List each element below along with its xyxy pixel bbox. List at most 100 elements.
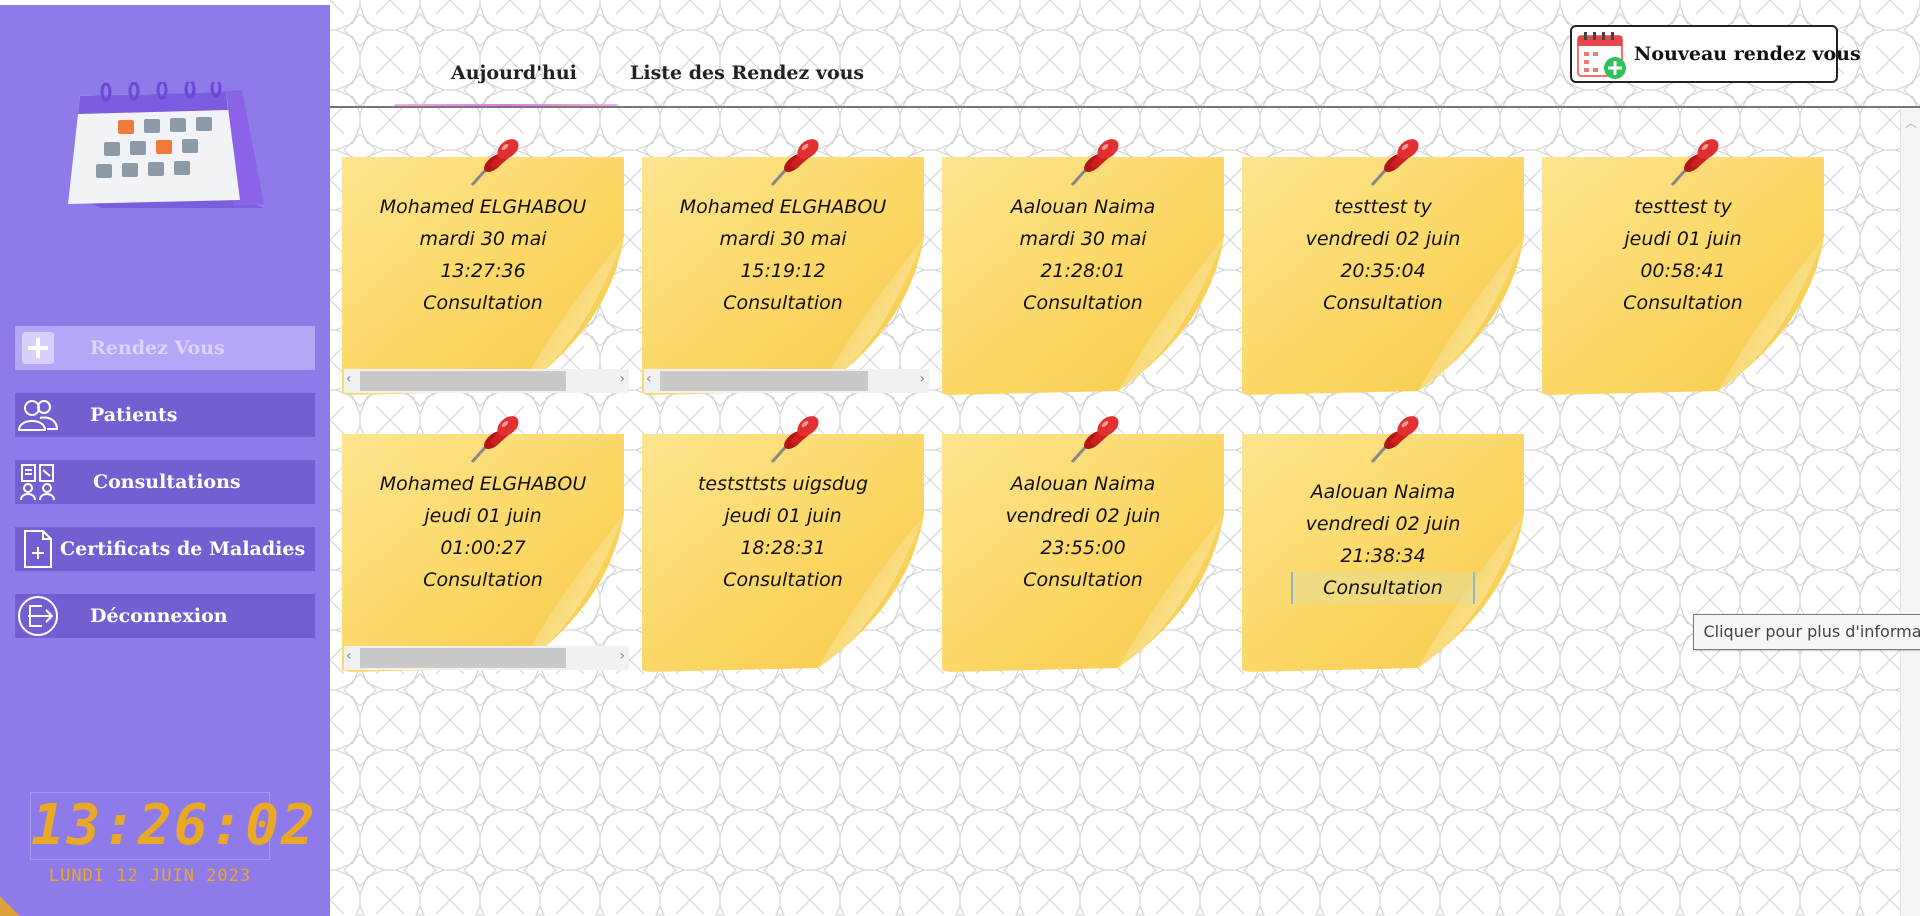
patient-name: Aalouan Naima bbox=[1010, 196, 1156, 218]
appointment-card[interactable]: testtest ty vendredi 02 juin 20:35:04 Co… bbox=[1240, 135, 1530, 397]
scrollbar-thumb[interactable] bbox=[360, 648, 566, 668]
appointment-date: jeudi 01 juin bbox=[1624, 228, 1742, 250]
appointment-card[interactable]: Aalouan Naima vendredi 02 juin 21:38:34 … bbox=[1240, 412, 1530, 674]
appointment-time: 21:28:01 bbox=[1040, 260, 1126, 282]
appointment-type: Consultation bbox=[1023, 292, 1143, 314]
appointment-type: Consultation bbox=[723, 292, 843, 314]
appointment-card[interactable]: Aalouan Naima vendredi 02 juin 23:55:00 … bbox=[940, 412, 1230, 674]
scroll-right-icon: › bbox=[919, 371, 925, 387]
pushpin-icon bbox=[1670, 139, 1719, 187]
appointment-type[interactable]: Consultation bbox=[1291, 572, 1475, 604]
main-area: Aujourd'hui Liste des Rendez vous Nouvea… bbox=[330, 0, 1920, 916]
sidebar-top-strip bbox=[0, 0, 330, 5]
appointment-type: Consultation bbox=[1023, 569, 1143, 591]
nav-label: Patients bbox=[90, 404, 178, 426]
appointment-date: vendredi 02 juin bbox=[1305, 513, 1461, 535]
horizontal-scrollbar[interactable]: ‹ › bbox=[344, 369, 629, 393]
sidebar-corner-decoration bbox=[0, 896, 20, 916]
appointment-details: Mohamed ELGHABOU mardi 30 mai 13:27:36 C… bbox=[348, 191, 618, 319]
tab-liste-rendez-vous[interactable]: Liste des Rendez vous bbox=[630, 62, 864, 84]
appointment-date: mardi 30 mai bbox=[719, 228, 847, 250]
appointment-card[interactable]: Mohamed ELGHABOU jeudi 01 juin 01:00:27 … bbox=[340, 412, 630, 674]
pushpin-icon bbox=[770, 416, 819, 464]
scroll-left-icon: ‹ bbox=[646, 371, 652, 387]
pushpin-icon bbox=[1370, 416, 1419, 464]
calendar-add-icon bbox=[1577, 32, 1626, 79]
clock-time: 13:26:02 bbox=[31, 793, 317, 858]
tooltip: Cliquer pour plus d'informations bbox=[1693, 614, 1920, 650]
scroll-left-icon: ‹ bbox=[346, 648, 352, 664]
appointment-type: Consultation bbox=[423, 292, 543, 314]
vertical-scrollbar[interactable]: ︿ bbox=[1900, 108, 1920, 916]
nav-label: Consultations bbox=[93, 471, 241, 493]
nav-certificats[interactable]: Certificats de Maladies bbox=[15, 527, 315, 571]
patient-name: Aalouan Naima bbox=[1010, 473, 1156, 495]
patient-name: testtest ty bbox=[1334, 196, 1432, 218]
nav-label: Rendez Vous bbox=[90, 337, 225, 359]
scroll-left-icon: ‹ bbox=[346, 371, 352, 387]
nav-deconnexion[interactable]: Déconnexion bbox=[15, 594, 315, 638]
appointment-card[interactable]: teststtsts uigsdug jeudi 01 juin 18:28:3… bbox=[640, 412, 930, 674]
plus-icon bbox=[15, 326, 61, 370]
appointment-type: Consultation bbox=[1323, 292, 1443, 314]
horizontal-scrollbar[interactable]: ‹ › bbox=[644, 369, 929, 393]
patient-name: Aalouan Naima bbox=[1310, 481, 1456, 503]
scroll-up-icon: ︿ bbox=[1905, 116, 1918, 130]
appointment-time: 18:28:31 bbox=[740, 537, 826, 559]
appointment-card[interactable]: testtest ty jeudi 01 juin 00:58:41 Consu… bbox=[1540, 135, 1830, 397]
appointment-date: vendredi 02 juin bbox=[1005, 505, 1161, 527]
appointment-date: vendredi 02 juin bbox=[1305, 228, 1461, 250]
appointment-details: Aalouan Naima vendredi 02 juin 21:38:34 … bbox=[1248, 476, 1518, 604]
appointment-details: teststtsts uigsdug jeudi 01 juin 18:28:3… bbox=[648, 468, 918, 596]
doctors-icon bbox=[15, 460, 61, 504]
clock-date: LUNDI 12 JUIN 2023 bbox=[48, 866, 252, 886]
appointment-time: 00:58:41 bbox=[1640, 260, 1726, 282]
logout-icon bbox=[15, 594, 61, 638]
appointment-type: Consultation bbox=[723, 569, 843, 591]
appointment-time: 21:38:34 bbox=[1340, 545, 1426, 567]
pushpin-icon bbox=[1070, 416, 1119, 464]
tab-bar: Aujourd'hui Liste des Rendez vous Nouvea… bbox=[330, 0, 1920, 108]
appointment-time: 13:27:36 bbox=[440, 260, 526, 282]
new-appointment-button[interactable]: Nouveau rendez vous bbox=[1570, 25, 1861, 83]
tab-aujourdhui[interactable]: Aujourd'hui bbox=[451, 62, 577, 84]
people-icon bbox=[15, 393, 61, 437]
appointment-date: jeudi 01 juin bbox=[724, 505, 842, 527]
appointment-type: Consultation bbox=[1623, 292, 1743, 314]
scroll-right-icon: › bbox=[619, 648, 625, 664]
pushpin-icon bbox=[770, 139, 819, 187]
new-appointment-label: Nouveau rendez vous bbox=[1634, 43, 1861, 65]
appointment-time: 23:55:00 bbox=[1040, 537, 1126, 559]
horizontal-scrollbar[interactable]: ‹ › bbox=[344, 646, 629, 670]
nav-label: Déconnexion bbox=[90, 605, 228, 627]
calendar-icon bbox=[68, 82, 264, 208]
nav-patients[interactable]: Patients bbox=[15, 393, 315, 437]
scroll-right-icon: › bbox=[619, 371, 625, 387]
pushpin-icon bbox=[470, 139, 519, 187]
patient-name: Mohamed ELGHABOU bbox=[379, 473, 587, 495]
patient-name: teststtsts uigsdug bbox=[697, 473, 869, 495]
document-plus-icon bbox=[15, 527, 61, 571]
patient-name: Mohamed ELGHABOU bbox=[679, 196, 887, 218]
appointment-time: 01:00:27 bbox=[440, 537, 526, 559]
nav-rendez-vous[interactable]: Rendez Vous bbox=[15, 326, 315, 370]
pushpin-icon bbox=[1070, 139, 1119, 187]
appointment-card[interactable]: Aalouan Naima mardi 30 mai 21:28:01 Cons… bbox=[940, 135, 1230, 397]
appointment-time: 15:19:12 bbox=[740, 260, 826, 282]
appointment-date: mardi 30 mai bbox=[1019, 228, 1147, 250]
scrollbar-thumb[interactable] bbox=[660, 371, 868, 391]
nav-label: Certificats de Maladies bbox=[60, 538, 306, 560]
digital-clock: 13:26:02 bbox=[30, 792, 317, 860]
pushpin-icon bbox=[1370, 139, 1419, 187]
patient-name: Mohamed ELGHABOU bbox=[379, 196, 587, 218]
appointment-details: Mohamed ELGHABOU mardi 30 mai 15:19:12 C… bbox=[648, 191, 918, 319]
appointment-card[interactable]: Mohamed ELGHABOU mardi 30 mai 15:19:12 C… bbox=[640, 135, 930, 397]
appointment-card[interactable]: Mohamed ELGHABOU mardi 30 mai 13:27:36 C… bbox=[340, 135, 630, 397]
appointment-date: jeudi 01 juin bbox=[424, 505, 542, 527]
tab-divider bbox=[330, 106, 1920, 108]
appointment-time: 20:35:04 bbox=[1340, 260, 1426, 282]
appointment-details: testtest ty jeudi 01 juin 00:58:41 Consu… bbox=[1548, 191, 1818, 319]
nav-consultations[interactable]: Consultations bbox=[15, 460, 315, 504]
appointment-type: Consultation bbox=[423, 569, 543, 591]
scrollbar-thumb[interactable] bbox=[360, 371, 566, 391]
